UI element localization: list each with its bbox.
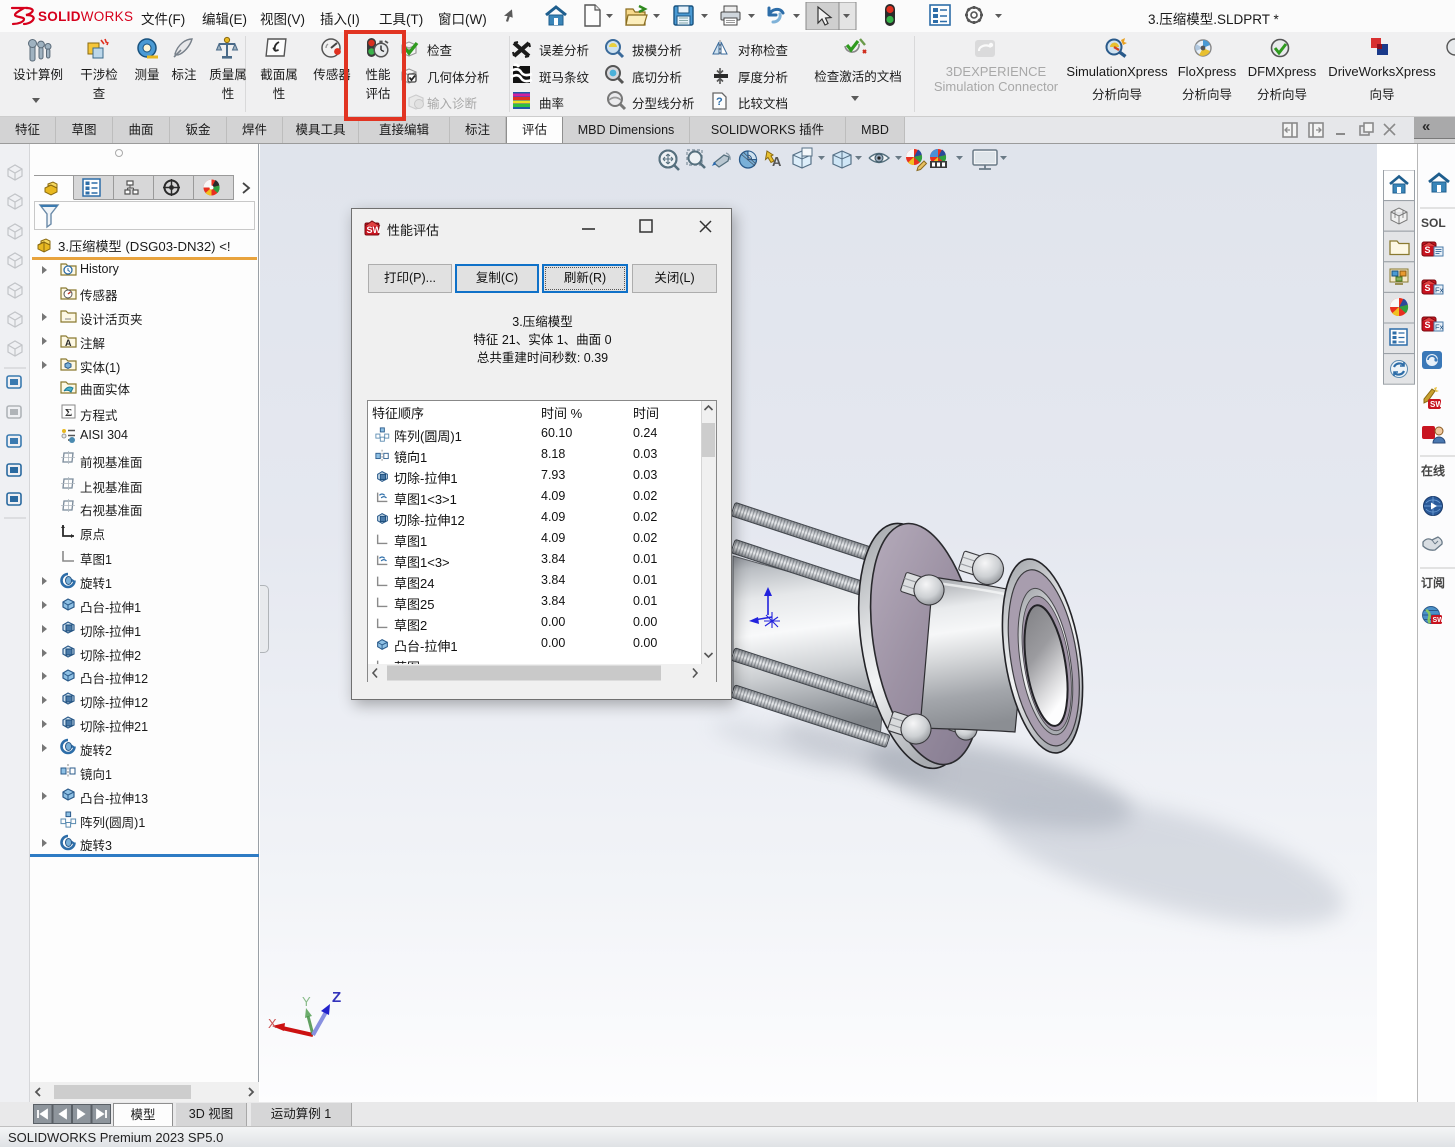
- svg-text:SW: SW: [1433, 617, 1445, 624]
- svg-text:?: ?: [716, 96, 723, 108]
- svg-text:SOLIDWORKS: SOLIDWORKS: [38, 9, 133, 24]
- svg-text:Fx: Fx: [1435, 286, 1444, 295]
- svg-text:SW: SW: [1430, 400, 1443, 409]
- svg-text:S: S: [1425, 245, 1431, 255]
- svg-text:在线: 在线: [1421, 462, 1445, 479]
- svg-text:Fx: Fx: [1435, 323, 1444, 332]
- svg-text:Z: Z: [332, 989, 341, 1006]
- svg-text:SOL: SOL: [1421, 216, 1446, 230]
- svg-text:SW: SW: [367, 225, 382, 235]
- svg-text:S: S: [1425, 320, 1431, 330]
- svg-text:S: S: [1425, 283, 1431, 293]
- svg-text:X: X: [268, 1016, 277, 1031]
- svg-text:Y: Y: [302, 994, 311, 1009]
- svg-text:A: A: [65, 338, 72, 348]
- svg-text:Σ: Σ: [65, 407, 72, 419]
- svg-text:A: A: [772, 154, 782, 169]
- svg-text:订阅: 订阅: [1421, 574, 1445, 591]
